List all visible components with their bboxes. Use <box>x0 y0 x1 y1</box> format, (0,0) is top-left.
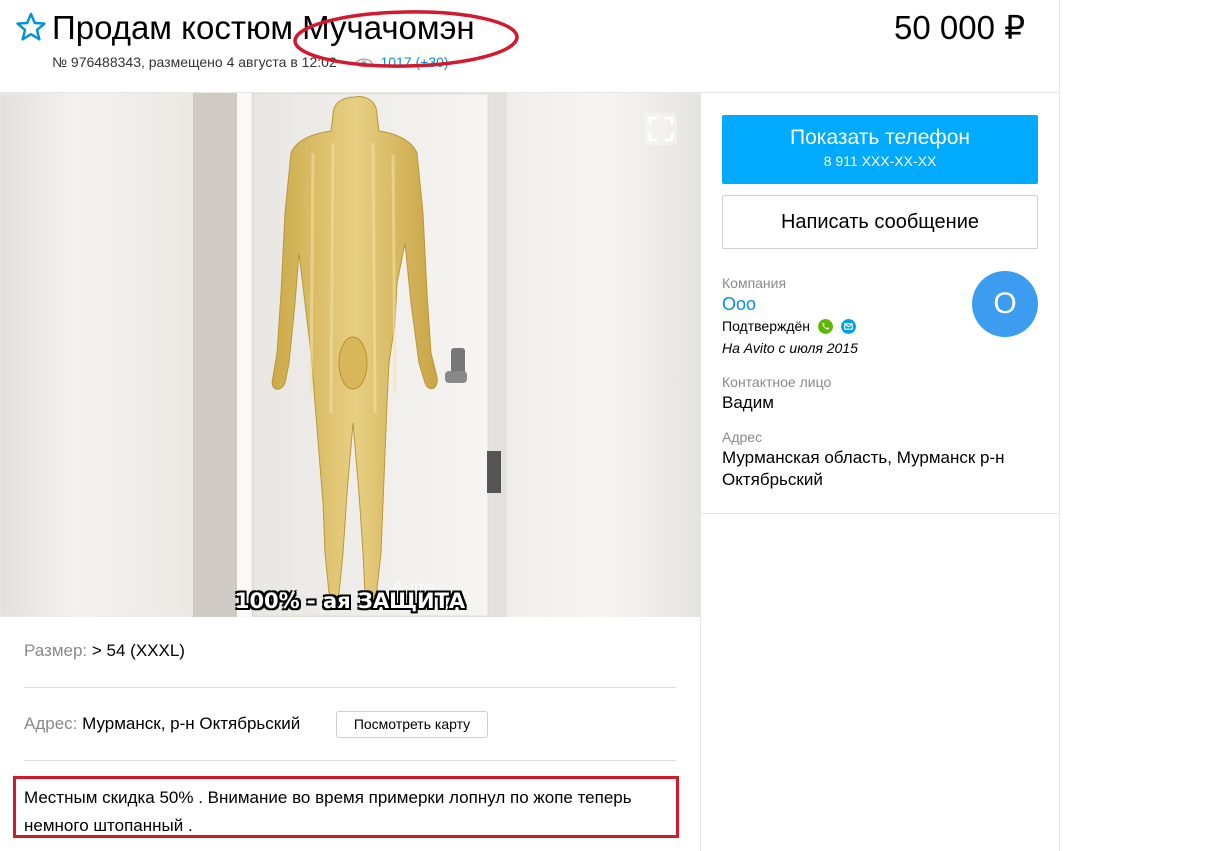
on-avito-since: На Avito с июля 2015 <box>722 340 858 356</box>
listing-price: 50 000 ₽ <box>894 9 1026 46</box>
sidebar-address-line2: Октябрьский <box>722 470 823 489</box>
main-photo[interactable]: Avito 100% - ая ЗАЩИТА <box>193 93 507 617</box>
photo-gallery[interactable]: Avito 100% - ая ЗАЩИТА <box>0 93 700 617</box>
address-label: Адрес: <box>24 714 78 733</box>
suit-photo-illustration <box>193 93 507 617</box>
contact-person-label: Контактное лицо <box>722 374 832 390</box>
show-phone-label: Показать телефон <box>790 126 970 149</box>
verified-status: Подтверждён <box>722 317 856 335</box>
company-name-link[interactable]: Ооо <box>722 293 756 315</box>
star-icon[interactable] <box>16 12 46 42</box>
sidebar-bottom-border <box>700 513 1060 514</box>
size-value: > 54 (XXXL) <box>91 641 185 660</box>
gallery-blur-left <box>0 93 193 617</box>
write-message-button[interactable]: Написать сообщение <box>722 195 1038 249</box>
verified-text: Подтверждён <box>722 318 811 334</box>
param-size: Размер: > 54 (XXXL) <box>24 640 185 662</box>
sidebar-address-line1: Мурманская область, Мурманск р-н <box>722 448 1005 467</box>
gallery-blur-right <box>507 93 700 617</box>
phone-icon <box>817 319 833 334</box>
views-count[interactable]: 1017 (+30) <box>380 54 448 70</box>
listing-description: Местным скидка 50% . Внимание во время п… <box>24 788 632 835</box>
company-avatar[interactable]: О <box>972 271 1038 337</box>
listing-meta: № 976488343, размещено 4 августа в 12:02… <box>52 52 449 72</box>
company-label: Компания <box>722 275 787 291</box>
show-map-button[interactable]: Посмотреть карту <box>336 711 488 738</box>
listing-number-date: № 976488343, размещено 4 августа в 12:02 <box>52 54 337 70</box>
address-divider <box>24 760 676 761</box>
sidebar-address-label: Адрес <box>722 429 763 445</box>
eye-icon <box>354 58 373 68</box>
sidebar-border <box>700 93 701 851</box>
size-label: Размер: <box>24 641 88 660</box>
phone-number-masked: 8 911 XXX-XX-XX <box>823 153 937 169</box>
fullscreen-button[interactable] <box>645 113 677 145</box>
mail-icon <box>840 319 856 334</box>
param-address: Адрес: Мурманск, р-н Октябрьский <box>24 713 300 735</box>
expand-icon <box>648 116 674 142</box>
address-value: Мурманск, р-н Октябрьский <box>82 714 301 733</box>
show-phone-button[interactable]: Показать телефон 8 911 XXX-XX-XX <box>722 115 1038 184</box>
params-divider <box>24 687 676 688</box>
photo-caption: 100% - ая ЗАЩИТА <box>234 589 466 613</box>
contact-person-name: Вадим <box>722 393 774 412</box>
listing-title: Продам костюм Мучачомэн <box>52 9 475 46</box>
